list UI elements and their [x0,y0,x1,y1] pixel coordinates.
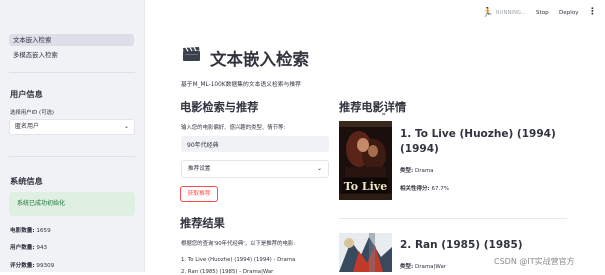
deploy-button[interactable]: Deploy [559,10,579,16]
search-section-header: 电影检索与推荐 [180,101,259,114]
details-section-header: 推荐电影详情 [339,101,407,114]
stat-label: 电影数量: [10,228,35,234]
running-status: RUNNING... [496,10,527,16]
movie-poster [339,233,392,272]
stop-button[interactable]: Stop [536,10,549,16]
score-label: 相关性得分: [400,186,430,192]
user-section-title: 用户信息 [10,89,43,99]
list-item: 1. To Live (Huozhe) (1994) (1994) - Dram… [181,257,296,263]
movie-title: 1. To Live (Huozhe) (1994) (1994) [400,127,570,157]
main-menu-icon[interactable]: ⋮ [588,7,597,17]
movie-genre: 类型: Drama|War [400,262,446,270]
stat-value: 1659 [36,228,51,234]
query-input-label: 输入您的电影偏好、感兴趣的类型、情节等: [181,125,286,131]
running-man-icon: 🏃 [482,8,494,18]
clapper-board-icon [183,47,200,61]
poster-title: To Live [344,180,387,193]
sidebar: 文本嵌入检索 多模态嵌入检索 用户信息 选择用户ID (可选) 匿名用户 ⌄ 系… [0,0,145,272]
get-recommendations-button[interactable]: 获取推荐 [180,186,218,202]
genre-value: Drama [414,168,434,174]
nav-item-text-embedding[interactable]: 文本嵌入检索 [9,34,134,46]
stat-movie-count: 电影数量: 1659 [10,226,51,234]
movie-title: 2. Ran (1985) (1985) [400,239,523,251]
chevron-down-icon: ⌄ [316,165,322,172]
page-subtitle: 基于M_ML-100K数据集的文本语义检索与推荐 [181,82,301,88]
genre-label: 类型: [400,264,414,270]
list-item: 2. Ran (1985) (1985) - Drama|War [181,269,274,275]
user-select[interactable]: 匿名用户 ⌄ [9,119,135,135]
settings-expander[interactable]: 推荐设置 ⌄ [181,160,329,178]
stat-value: 943 [36,245,48,251]
system-status-alert: 系统已成功初始化 [9,192,135,216]
query-input[interactable] [181,136,329,152]
results-section-header: 推荐结果 [180,217,225,230]
expander-label: 推荐设置 [188,166,211,172]
results-intro: 根据您的查询'90年代经典'，以下是推荐的电影: [181,241,296,247]
watermark: CSDN @IT实战营官方 [494,257,575,266]
user-select-label: 选择用户ID (可选) [10,110,55,116]
genre-value: Drama|War [414,264,447,270]
stat-label: 评分数量: [10,263,35,269]
movie-score: 相关性得分: 67.7% [400,184,449,192]
movie-poster: To Live [339,121,392,200]
movie-title-text: 1. To Live (Huozhe) (1994) (1994) [400,128,556,155]
stat-user-count: 用户数量: 943 [10,243,47,251]
user-select-value: 匿名用户 [15,123,40,130]
nav-item-multimodal-embedding[interactable]: 多模态嵌入检索 [9,49,134,61]
link-anchor-icon: ⌗ [382,111,386,118]
sidebar-divider [9,72,135,73]
sidebar-divider [9,156,135,157]
page-title: 文本嵌入检索 [210,50,309,69]
genre-label: 类型: [400,168,414,174]
card-divider [339,218,567,219]
stat-value: 99309 [36,263,55,269]
stat-label: 用户数量: [10,245,35,251]
movie-genre: 类型: Drama [400,166,434,174]
stat-rating-count: 评分数量: 99309 [10,261,54,269]
chevron-down-icon: ⌄ [123,123,129,130]
score-value: 67.7% [431,186,449,192]
system-section-title: 系统信息 [10,176,43,186]
